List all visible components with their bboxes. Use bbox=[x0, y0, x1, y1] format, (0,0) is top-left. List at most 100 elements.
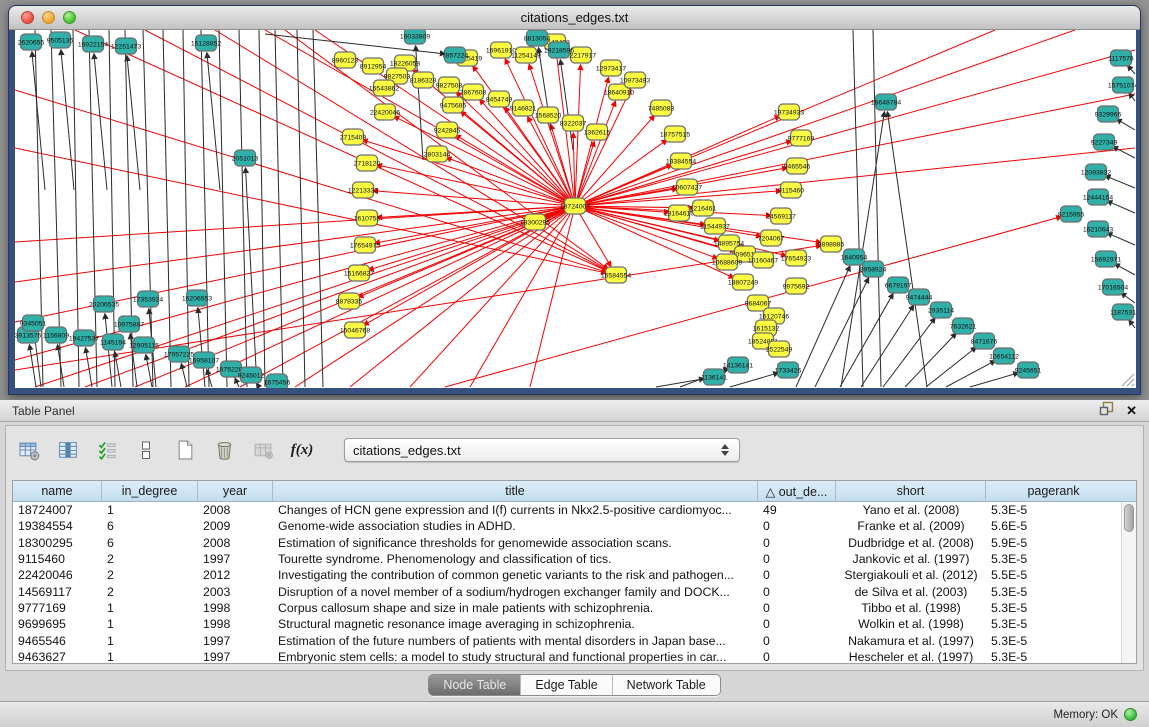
graph-node[interactable]: 9245651 bbox=[1015, 362, 1042, 378]
graph-node[interactable]: 9475685 bbox=[440, 97, 467, 113]
column-header-in_degree[interactable]: in_degree bbox=[102, 481, 198, 501]
resize-grip[interactable] bbox=[1119, 371, 1135, 387]
graph-node[interactable]: 11254149 bbox=[511, 47, 541, 63]
graph-node[interactable]: 2522549 bbox=[766, 341, 793, 357]
graph-node[interactable]: 8960123 bbox=[332, 52, 359, 68]
table-options-button[interactable] bbox=[16, 437, 42, 463]
graph-node[interactable]: 1136141 bbox=[701, 369, 727, 385]
close-panel-icon[interactable]: ✕ bbox=[1126, 404, 1137, 417]
table-row[interactable]: 1456911722003Disruption of a novel membe… bbox=[13, 583, 1121, 599]
graph-node[interactable]: 12905115 bbox=[129, 337, 159, 353]
graph-node[interactable]: 19427537 bbox=[69, 330, 99, 346]
graph-node[interactable]: 1362615 bbox=[584, 124, 611, 140]
graph-node[interactable]: 15128852 bbox=[191, 35, 221, 51]
graph-node[interactable]: 9242845 bbox=[434, 122, 461, 138]
graph-node[interactable]: 1675456 bbox=[264, 374, 291, 388]
graph-node[interactable]: 1187531 bbox=[1110, 304, 1136, 320]
table-row[interactable]: 911546021997Tourette syndrome. Phenomeno… bbox=[13, 551, 1121, 567]
delete-column-button-disabled[interactable] bbox=[250, 437, 276, 463]
select-rows-button[interactable] bbox=[94, 437, 120, 463]
graph-node[interactable]: 17353924 bbox=[133, 291, 163, 307]
graph-node[interactable]: 2803144 bbox=[424, 146, 451, 162]
graph-node[interactable]: 11544937 bbox=[700, 218, 730, 234]
graph-node[interactable]: 16206553 bbox=[182, 290, 212, 306]
graph-node[interactable]: 14136141 bbox=[723, 357, 753, 373]
zoom-window-button[interactable] bbox=[63, 11, 76, 24]
graph-node[interactable]: 12213333 bbox=[348, 182, 378, 198]
new-table-button[interactable] bbox=[172, 437, 198, 463]
graph-node[interactable]: 9975692 bbox=[783, 278, 810, 294]
graph-node[interactable]: 9898985 bbox=[818, 236, 845, 252]
graph-node[interactable]: 2718120 bbox=[354, 155, 381, 171]
graph-node[interactable]: 1733426 bbox=[775, 362, 802, 378]
table-scrollbar[interactable] bbox=[1121, 502, 1136, 663]
graph-node[interactable]: 1145194 bbox=[100, 334, 126, 350]
graph-node[interactable]: 9465546 bbox=[784, 158, 811, 174]
graph-node[interactable]: 2867608 bbox=[460, 84, 487, 100]
graph-node[interactable]: 9227349 bbox=[1091, 134, 1118, 150]
graph-node[interactable]: 9245012 bbox=[238, 367, 265, 383]
graph-node[interactable]: 7857224 bbox=[442, 47, 469, 63]
network-view[interactable]: 1872400715046768887833515166827176549751… bbox=[15, 30, 1136, 388]
function-builder-button[interactable]: f(x) bbox=[289, 437, 315, 463]
graph-node[interactable]: 10975887 bbox=[114, 316, 144, 332]
graph-node[interactable]: 18724007 bbox=[560, 198, 590, 214]
graph-node[interactable]: 10973493 bbox=[620, 72, 650, 88]
delete-table-button[interactable] bbox=[211, 437, 237, 463]
graph-node[interactable]: 17654975 bbox=[350, 237, 380, 253]
table-row[interactable]: 1938455462009Genome-wide association stu… bbox=[13, 518, 1121, 534]
float-panel-icon[interactable] bbox=[1099, 401, 1114, 421]
close-window-button[interactable] bbox=[21, 11, 34, 24]
graph-node[interactable]: 2620655 bbox=[18, 34, 45, 50]
graph-node[interactable]: 2051013 bbox=[232, 150, 259, 166]
graph-node[interactable]: 17654923 bbox=[781, 250, 811, 266]
graph-node[interactable]: 9329966 bbox=[1095, 106, 1122, 122]
table-row[interactable]: 1830029562008Estimation of significance … bbox=[13, 535, 1121, 551]
column-header-out_degree[interactable]: △ out_de... bbox=[758, 481, 836, 501]
graph-node[interactable]: 8878335 bbox=[336, 293, 363, 309]
graph-node[interactable]: 8958924 bbox=[860, 261, 887, 277]
graph-node[interactable]: 8322037 bbox=[560, 115, 587, 131]
graph-node[interactable]: 2715409 bbox=[340, 129, 367, 145]
graph-node[interactable]: 15584554 bbox=[601, 267, 631, 283]
graph-node[interactable]: 1117578 bbox=[1108, 50, 1134, 66]
graph-node[interactable]: 8454749 bbox=[486, 91, 513, 107]
graph-node[interactable]: 6679197 bbox=[885, 277, 912, 293]
table-row[interactable]: 946362711997Embryonic stem cells: a mode… bbox=[13, 649, 1121, 663]
network-canvas[interactable]: 1872400715046768887833515166827176549751… bbox=[15, 30, 1136, 388]
graph-node[interactable]: 15751074 bbox=[1108, 77, 1136, 93]
graph-node[interactable]: 2935114 bbox=[928, 302, 954, 318]
table-row[interactable]: 977716911998Corpus callosum shape and si… bbox=[13, 600, 1121, 616]
graph-node[interactable]: 8186328 bbox=[410, 72, 437, 88]
show-columns-button[interactable] bbox=[55, 437, 81, 463]
table-selector-dropdown[interactable]: citations_edges.txt bbox=[344, 438, 740, 462]
graph-node[interactable]: 19734933 bbox=[774, 104, 804, 120]
graph-node[interactable]: 10654112 bbox=[989, 348, 1019, 364]
graph-node[interactable]: 12973417 bbox=[596, 60, 626, 76]
graph-node[interactable]: 1568520 bbox=[535, 107, 562, 123]
graph-node[interactable]: 8471676 bbox=[971, 333, 998, 349]
minimize-window-button[interactable] bbox=[42, 11, 55, 24]
graph-node[interactable]: 19384554 bbox=[666, 153, 696, 169]
graph-node[interactable]: 7485083 bbox=[648, 100, 675, 116]
column-header-title[interactable]: title bbox=[273, 481, 758, 501]
graph-node[interactable]: 16648784 bbox=[871, 94, 901, 110]
merge-rows-button[interactable] bbox=[133, 437, 159, 463]
graph-node[interactable]: 10160467 bbox=[748, 252, 778, 268]
graph-node[interactable]: 9827508 bbox=[436, 77, 463, 93]
graph-node[interactable]: 9146821 bbox=[510, 100, 537, 116]
graph-node[interactable]: 7632621 bbox=[950, 318, 977, 334]
graph-node[interactable]: 12251473 bbox=[111, 38, 141, 54]
table-row[interactable]: 1872400712008Changes of HCN gene express… bbox=[13, 502, 1121, 518]
graph-node[interactable]: 16922154 bbox=[78, 36, 108, 52]
graph-node[interactable]: 9505135 bbox=[47, 32, 74, 48]
graph-node[interactable]: 1156809 bbox=[43, 327, 69, 343]
graph-node[interactable]: 18807249 bbox=[728, 274, 758, 290]
tab-edge-table[interactable]: Edge Table bbox=[520, 675, 611, 695]
graph-node[interactable]: 15166827 bbox=[344, 265, 374, 281]
graph-node[interactable]: 20206535 bbox=[89, 296, 119, 312]
window-titlebar[interactable]: citations_edges.txt bbox=[9, 6, 1140, 30]
scrollbar-thumb[interactable] bbox=[1124, 504, 1134, 532]
column-header-name[interactable]: name bbox=[13, 481, 102, 501]
graph-node[interactable]: 12093832 bbox=[1081, 164, 1111, 180]
